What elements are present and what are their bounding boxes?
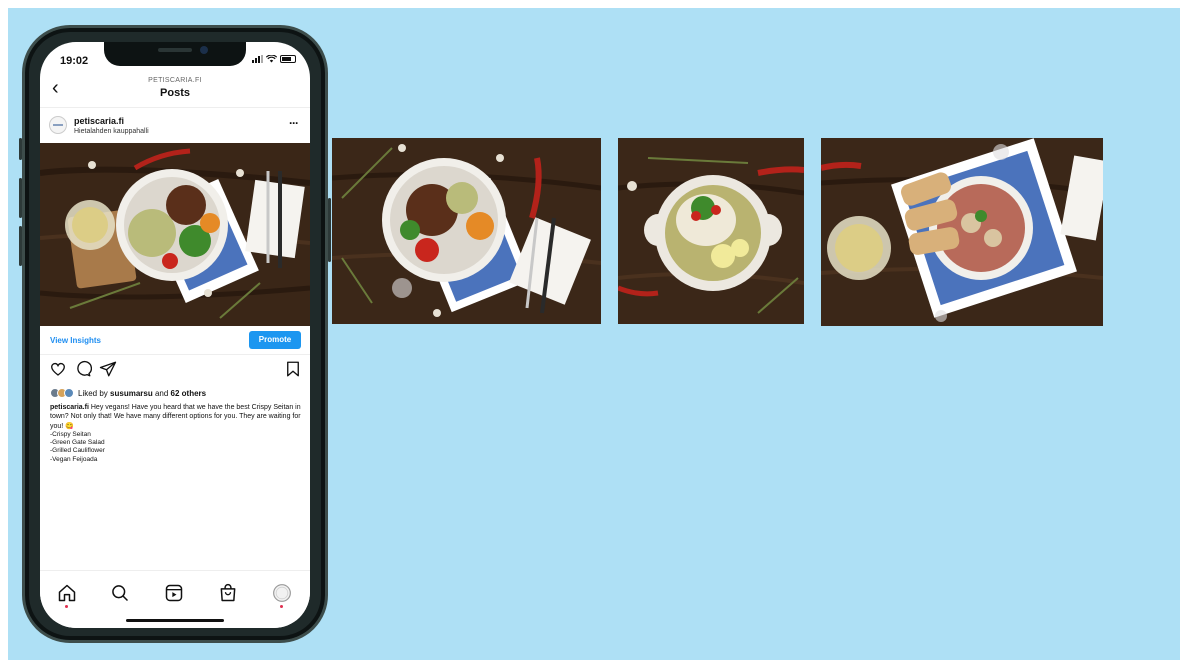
home-indicator	[126, 619, 224, 622]
likes-user[interactable]: susumarsu	[110, 389, 153, 398]
likes-count[interactable]: 62 others	[171, 389, 207, 398]
post-caption: petiscaria.fi Hey vegans! Have you heard…	[50, 403, 304, 464]
wifi-icon	[266, 55, 277, 63]
caption-item: -Green Gate Salad	[50, 439, 105, 447]
likes-row[interactable]: Liked by susumarsu and 62 others	[50, 387, 206, 399]
tab-profile[interactable]	[272, 583, 292, 608]
nav-subtitle: PETISCARIA.FI	[148, 77, 202, 84]
search-icon	[112, 585, 129, 602]
heart-icon[interactable]	[49, 360, 67, 378]
promote-button[interactable]: Promote	[249, 331, 301, 349]
phone-notch	[104, 42, 246, 66]
food-photo-crispy-seitan	[332, 138, 601, 324]
status-icons	[252, 55, 296, 63]
tab-search[interactable]	[110, 583, 130, 603]
signal-icon	[252, 55, 263, 63]
caption-username[interactable]: petiscaria.fi	[50, 404, 89, 411]
view-insights-link[interactable]: View Insights	[50, 336, 101, 345]
post-header: petiscaria.fi Hietalahden kauppahalli ··…	[40, 110, 310, 142]
caption-item: -Vegan Feijoada	[50, 455, 98, 463]
share-icon[interactable]	[99, 360, 117, 378]
tab-reels[interactable]	[164, 583, 184, 603]
battery-icon	[280, 55, 296, 63]
post-actions	[40, 360, 310, 382]
volume-down-button	[19, 226, 22, 266]
post-image[interactable]	[40, 143, 310, 326]
slide-canvas: 19:02 ‹ PETISCARIA.FI Posts petiscaria.f…	[8, 8, 1180, 660]
power-button	[328, 198, 331, 262]
avatar[interactable]	[49, 116, 67, 134]
bottom-tab-bar	[40, 570, 310, 628]
phone-mockup: 19:02 ‹ PETISCARIA.FI Posts petiscaria.f…	[19, 25, 331, 643]
status-time: 19:02	[60, 55, 89, 67]
ellipsis-icon[interactable]: ···	[289, 116, 299, 130]
comment-icon[interactable]	[74, 360, 92, 378]
mute-switch	[19, 138, 22, 160]
page-title: Posts	[160, 87, 190, 99]
shop-icon	[220, 583, 236, 602]
bookmark-icon[interactable]	[284, 360, 302, 378]
reels-icon	[165, 584, 183, 602]
food-photo-grilled-cauliflower	[618, 138, 804, 324]
insights-bar: View Insights Promote	[40, 327, 310, 355]
home-icon	[58, 584, 76, 602]
liker-avatars	[50, 388, 74, 398]
tab-home[interactable]	[57, 583, 77, 608]
food-photo-vegan-feijoada	[821, 138, 1103, 326]
top-nav: ‹ PETISCARIA.FI Posts	[40, 72, 310, 108]
tab-shop[interactable]	[218, 583, 238, 603]
likes-prefix: Liked by	[78, 388, 108, 398]
phone-screen: 19:02 ‹ PETISCARIA.FI Posts petiscaria.f…	[40, 42, 310, 628]
caption-item: -Grilled Cauliflower	[50, 447, 105, 455]
post-location[interactable]: Hietalahden kauppahalli	[74, 128, 149, 135]
post-username[interactable]: petiscaria.fi	[74, 116, 124, 126]
volume-up-button	[19, 178, 22, 218]
profile-icon	[273, 584, 291, 602]
caption-item: -Crispy Seitan	[50, 430, 91, 438]
likes-middle: and	[154, 388, 169, 398]
